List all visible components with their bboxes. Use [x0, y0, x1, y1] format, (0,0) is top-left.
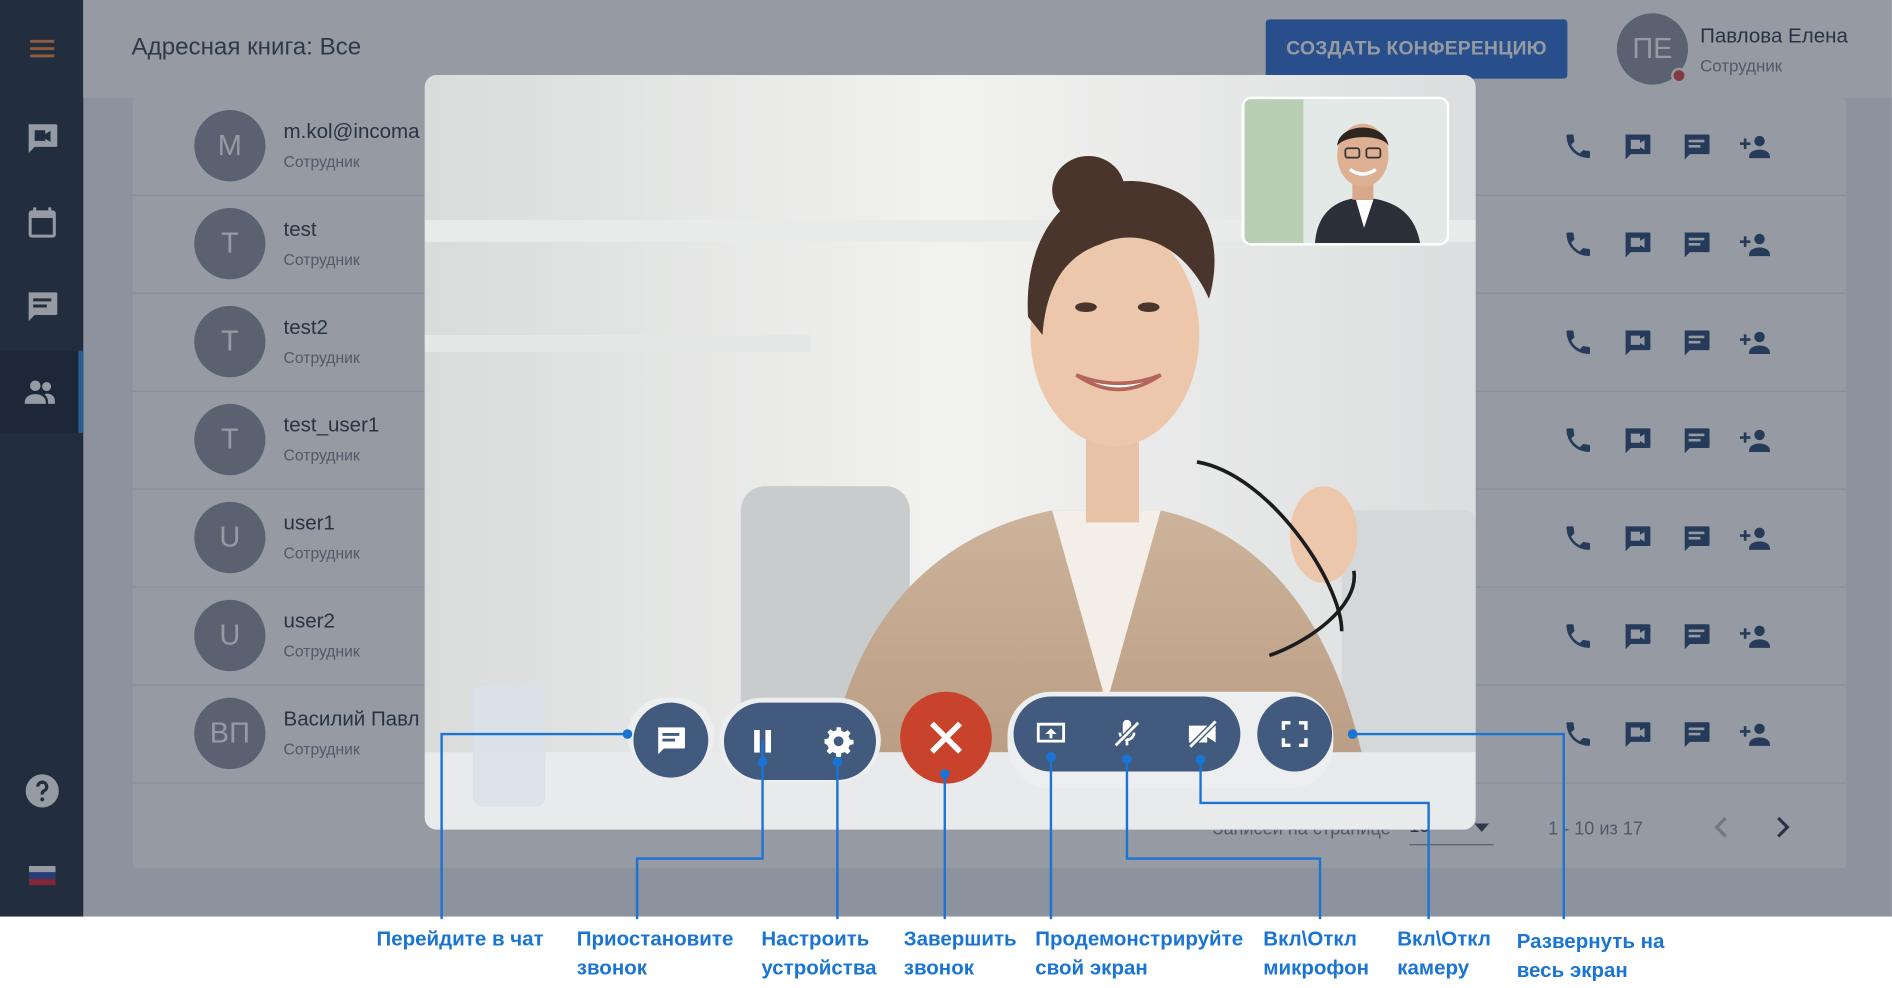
pause-call-button[interactable] — [724, 703, 800, 780]
close-icon — [929, 721, 963, 754]
local-participant-video-frame — [1244, 99, 1446, 244]
fullscreen-icon — [1281, 721, 1308, 748]
device-settings-button[interactable] — [800, 703, 876, 780]
caption-microphone: Вкл\Откл микрофон — [1263, 927, 1370, 980]
mic-off-icon — [1113, 719, 1141, 748]
app-window: Адресная книга: Все СОЗДАТЬ КОНФЕРЕНЦИЮ … — [0, 0, 1892, 917]
open-chat-button[interactable] — [633, 702, 709, 778]
message-icon — [658, 727, 685, 755]
camera-off-icon — [1188, 719, 1218, 749]
local-video-preview[interactable] — [1241, 96, 1450, 246]
end-call-button[interactable] — [900, 691, 992, 784]
pause-icon — [753, 730, 771, 753]
fullscreen-button[interactable] — [1257, 696, 1333, 772]
caption-fullscreen: Развернуть на весь экран — [1516, 929, 1665, 982]
gear-icon — [823, 727, 853, 758]
toggle-camera-button[interactable] — [1166, 697, 1241, 772]
screen-share-icon — [1036, 722, 1066, 743]
share-screen-button[interactable] — [1014, 697, 1089, 772]
caption-share-screen: Продемонстрируйте свой экран — [1035, 927, 1244, 980]
caption-camera: Вкл\Откл камеру — [1397, 927, 1491, 980]
caption-end-call: Завершить звонок — [903, 927, 1017, 980]
toggle-microphone-button[interactable] — [1090, 697, 1165, 772]
caption-pause: Приостановите звонок — [576, 927, 734, 980]
caption-chat: Перейдите в чат — [376, 927, 544, 951]
caption-settings: Настроить устройства — [761, 927, 877, 980]
